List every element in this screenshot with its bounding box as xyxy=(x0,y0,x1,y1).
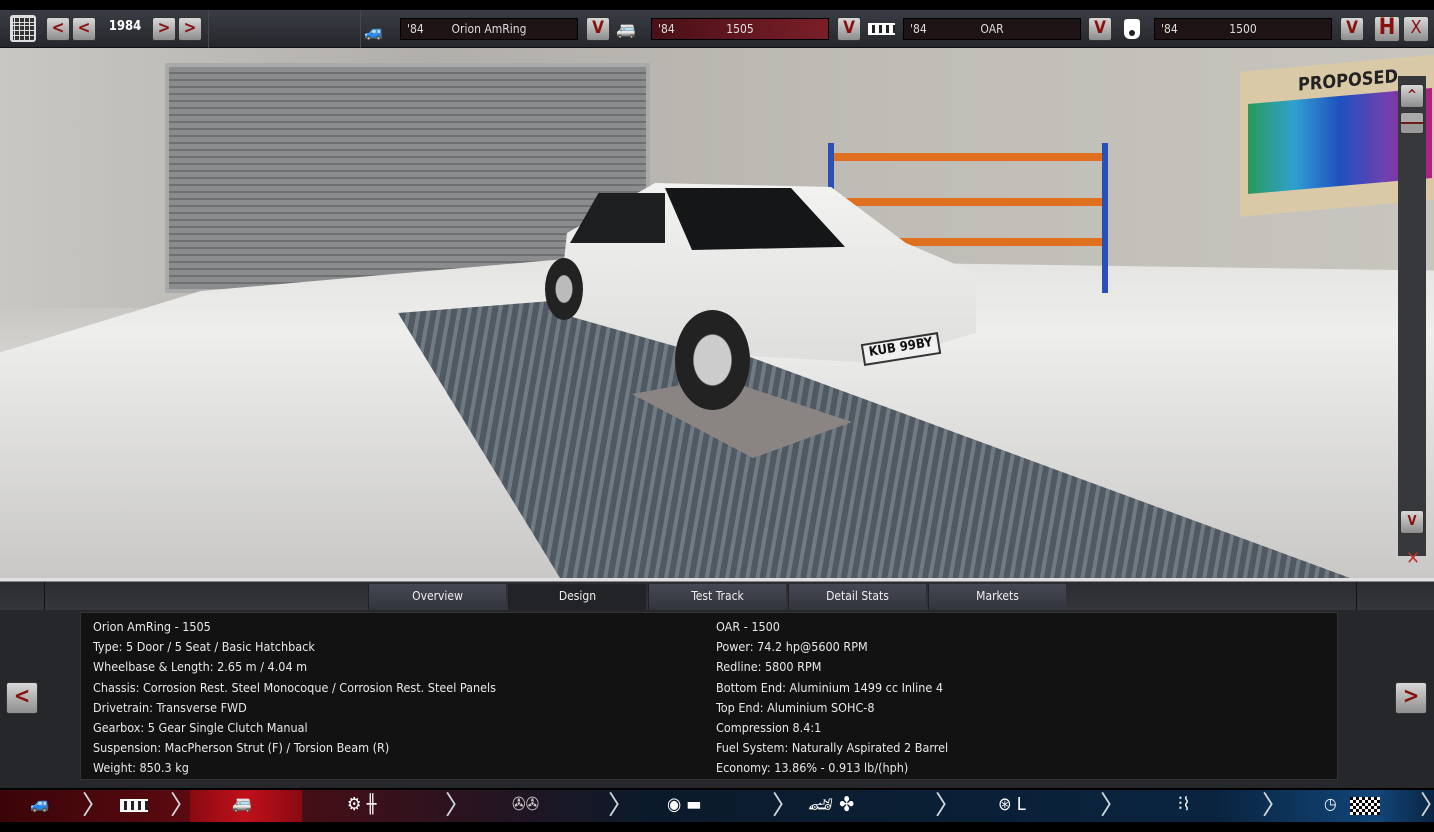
engine-family-name: OAR xyxy=(980,22,1004,36)
step-gearbox-icon[interactable]: ⚙ ╫ xyxy=(347,794,376,815)
scroll-up-button[interactable]: ^ xyxy=(1400,84,1424,108)
camera-reset-icon[interactable]: ✕ xyxy=(1400,548,1426,569)
calendar-icon[interactable] xyxy=(10,15,36,42)
tab-overview[interactable]: Overview xyxy=(368,584,506,610)
scroll-down-button[interactable]: V xyxy=(1400,510,1424,534)
car-suspension: Suspension: MacPherson Strut (F) / Torsi… xyxy=(93,740,390,756)
scroll-thumb[interactable] xyxy=(1400,112,1424,134)
model-dropdown-button[interactable]: V xyxy=(586,17,610,41)
model-name: Orion AmRing xyxy=(451,22,527,36)
step-wheels-icon[interactable]: ✇✇ xyxy=(512,794,539,815)
design-steps-nav: 🚙 〉 〉 🚐 ⚙ ╫ 〉 ✇✇ 〉 ◉ ▬ 〉 🏎 ✤ 〉 ⊛ L 〉 ⫶⌇ … xyxy=(0,790,1434,822)
tab-design[interactable]: Design xyxy=(508,584,646,610)
trim-name: 1505 xyxy=(726,22,754,36)
step-body-aero-icon[interactable]: 🏎 ✤ xyxy=(808,792,854,816)
step-engine-icon[interactable] xyxy=(120,799,148,812)
step-suspension-icon[interactable]: ⫶⌇ xyxy=(1178,794,1190,815)
save-button[interactable]: H xyxy=(1374,16,1400,42)
trim-field[interactable]: '84 1505 xyxy=(651,18,829,40)
step-brakes-icon[interactable]: ◉ ▬ xyxy=(667,794,702,815)
car-summary-column: Orion AmRing - 1505 Type: 5 Door / 5 Sea… xyxy=(93,617,496,779)
step-testing-icon[interactable]: ◷ xyxy=(1324,794,1337,813)
step-model-icon[interactable]: 🚙 xyxy=(30,794,50,813)
car-dimensions: Wheelbase & Length: 2.65 m / 4.04 m xyxy=(93,659,308,675)
car-wheel xyxy=(675,310,750,410)
engine-family-dropdown-button[interactable]: V xyxy=(1088,17,1112,41)
step-interior-icon[interactable]: ⊛ L xyxy=(998,794,1026,815)
piston-icon xyxy=(1124,19,1140,39)
engine-redline: Redline: 5800 RPM xyxy=(716,659,822,675)
engine-family-field[interactable]: '84 OAR xyxy=(903,18,1081,40)
engine-block-icon xyxy=(868,23,895,35)
engine-fuel-system: Fuel System: Naturally Aspirated 2 Barre… xyxy=(716,740,949,756)
year-back-button[interactable]: < xyxy=(72,17,96,41)
engine-variant-name: 1500 xyxy=(1229,22,1257,36)
engine-summary-column: OAR - 1500 Power: 74.2 hp@5600 RPM Redli… xyxy=(716,617,948,779)
engine-title: OAR - 1500 xyxy=(716,619,780,634)
year-back-10-button[interactable]: < xyxy=(46,17,70,41)
info-tabs: Overview Design Test Track Detail Stats … xyxy=(0,578,1434,610)
checkered-flag-icon xyxy=(1350,797,1380,815)
step-trim-icon[interactable]: 🚐 xyxy=(232,794,252,813)
prev-page-button[interactable]: < xyxy=(6,682,38,714)
car-drivetrain: Drivetrain: Transverse FWD xyxy=(93,699,247,715)
engine-bottom-end: Bottom End: Aluminium 1499 cc Inline 4 xyxy=(716,679,944,695)
car-type: Type: 5 Door / 5 Seat / Basic Hatchback xyxy=(93,639,315,655)
year-forward-10-button[interactable]: > xyxy=(178,17,202,41)
year-forward-button[interactable]: > xyxy=(152,17,176,41)
model-field[interactable]: '84 Orion AmRing xyxy=(400,18,578,40)
top-toolbar: < < 1984 > > 🚙 '84 Orion AmRing V 🚐 '84 15… xyxy=(0,10,1434,48)
next-page-button[interactable]: > xyxy=(1395,682,1427,714)
year-label: 1984 xyxy=(108,19,142,34)
tab-test-track[interactable]: Test Track xyxy=(648,584,786,610)
tab-markets[interactable]: Markets xyxy=(928,584,1066,610)
engine-variant-field[interactable]: '84 1500 xyxy=(1154,18,1332,40)
car-chassis: Chassis: Corrosion Rest. Steel Monocoque… xyxy=(93,679,497,695)
close-button[interactable]: X xyxy=(1403,16,1429,42)
car-model-icon: 🚙 xyxy=(364,22,384,41)
car-gearbox: Gearbox: 5 Gear Single Clutch Manual xyxy=(93,720,308,736)
engine-economy: Economy: 13.86% - 0.913 lb/(hph) xyxy=(716,760,909,776)
view-scrollbar[interactable] xyxy=(1398,76,1426,556)
engine-compression: Compression 8.4:1 xyxy=(716,720,822,736)
trim-dropdown-button[interactable]: V xyxy=(837,17,861,41)
car-weight: Weight: 850.3 kg xyxy=(93,760,189,776)
design-summary: Orion AmRing - 1505 Type: 5 Door / 5 Sea… xyxy=(80,612,1338,780)
engine-variant-dropdown-button[interactable]: V xyxy=(1340,17,1364,41)
car-title: Orion AmRing - 1505 xyxy=(93,619,211,634)
tab-detail-stats[interactable]: Detail Stats xyxy=(788,584,926,610)
garage-viewport[interactable]: PROPOSED KUB 99BY ^ V ✕ xyxy=(0,48,1434,578)
engine-top-end: Top End: Aluminium SOHC-8 xyxy=(716,699,875,715)
engine-power: Power: 74.2 hp@5600 RPM xyxy=(716,639,868,655)
car-wheel xyxy=(545,258,583,320)
trim-icon: 🚐 xyxy=(616,20,636,39)
